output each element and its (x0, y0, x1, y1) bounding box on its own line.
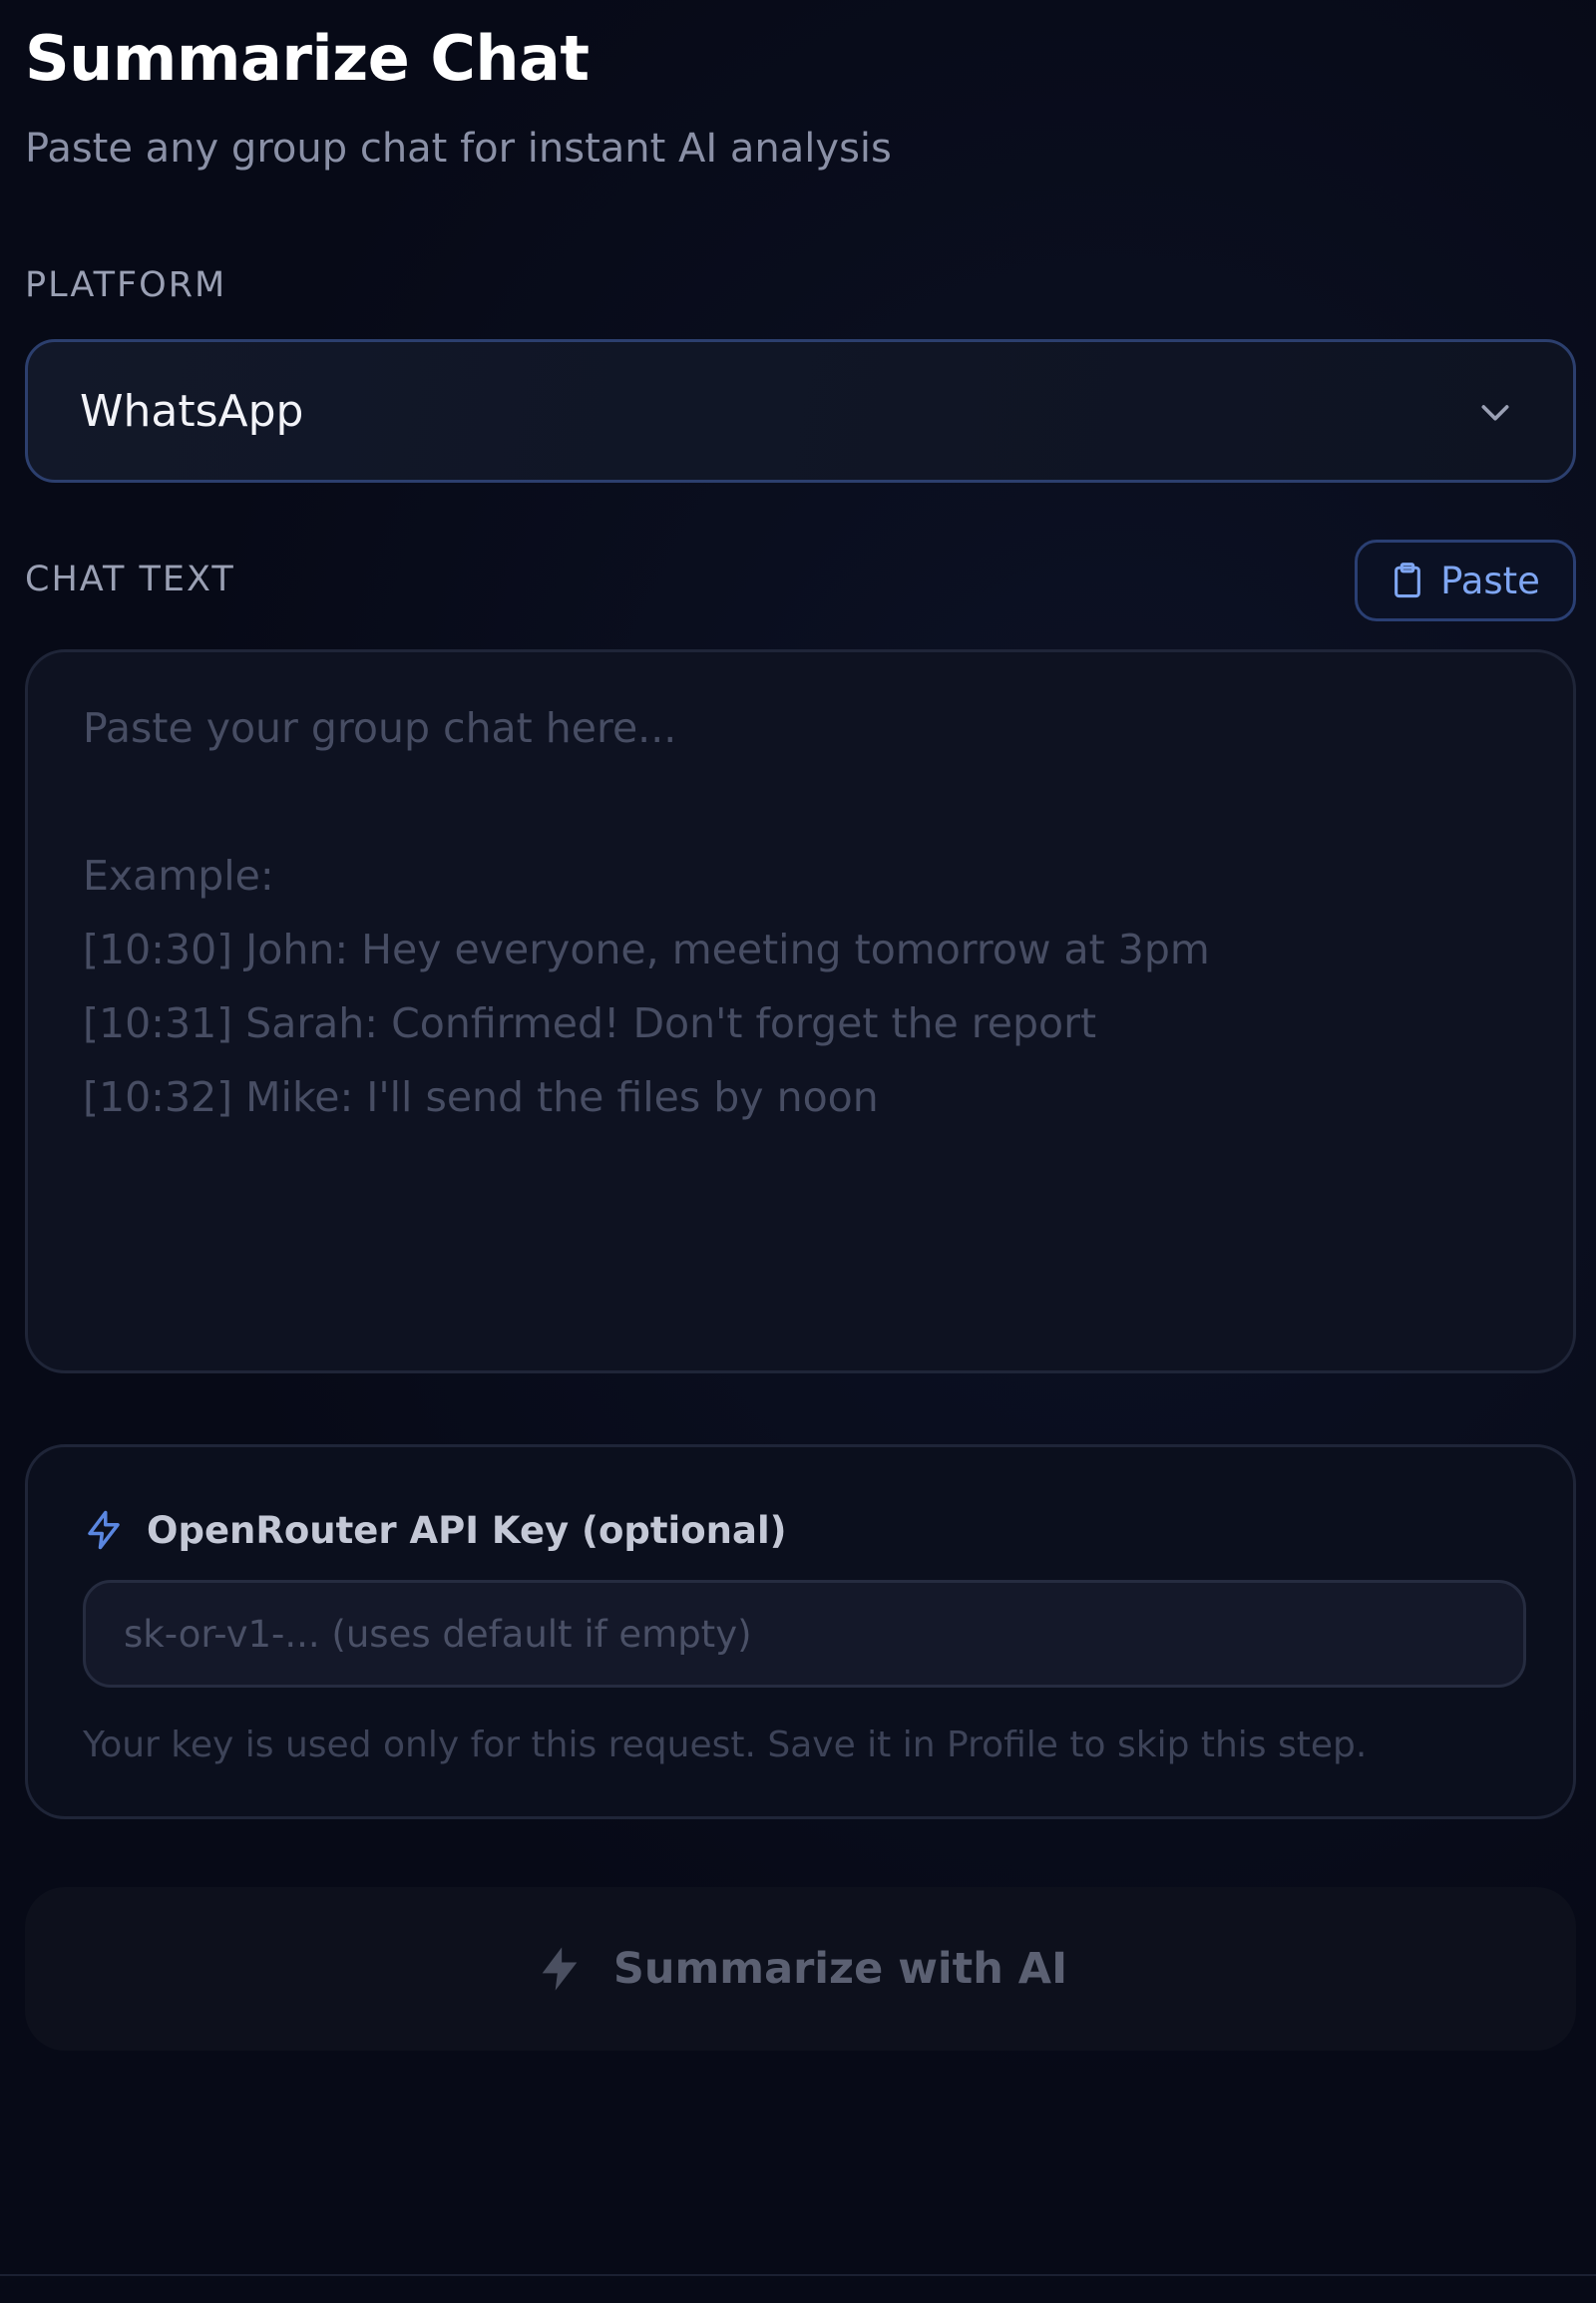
platform-select[interactable]: WhatsApp (25, 339, 1576, 483)
paste-button-label: Paste (1440, 559, 1540, 602)
chat-placeholder-line: [10:32] Mike: I'll send the files by noo… (83, 1073, 879, 1121)
platform-label: PLATFORM (25, 265, 227, 305)
lightning-icon (88, 1510, 120, 1550)
api-key-help-text: Your key is used only for this request. … (83, 1725, 1368, 1765)
chevron-down-icon (1481, 405, 1509, 421)
paste-button[interactable]: Paste (1355, 540, 1576, 621)
clipboard-icon (1395, 563, 1420, 598)
api-key-card: OpenRouter API Key (optional) Your key i… (25, 1444, 1576, 1819)
chat-text-label: CHAT TEXT (25, 560, 235, 599)
api-key-input[interactable] (83, 1580, 1526, 1688)
summarize-button[interactable]: Summarize with AI (25, 1887, 1576, 2051)
platform-selected-value: WhatsApp (80, 386, 304, 437)
chat-text-input[interactable]: Paste your group chat here... Example: [… (25, 649, 1576, 1373)
bottom-divider (0, 2274, 1596, 2276)
lightning-icon (542, 1947, 578, 1991)
page-title: Summarize Chat (25, 22, 590, 95)
api-key-heading-text: OpenRouter API Key (optional) (147, 1508, 787, 1552)
chat-placeholder-line: Example: (83, 852, 274, 900)
summarize-button-label: Summarize with AI (612, 1944, 1068, 1994)
api-key-heading: OpenRouter API Key (optional) (83, 1507, 787, 1553)
chat-placeholder-line: [10:30] John: Hey everyone, meeting tomo… (83, 926, 1210, 973)
page-subtitle: Paste any group chat for instant AI anal… (25, 126, 892, 172)
chat-placeholder-line: [10:31] Sarah: Confirmed! Don't forget t… (83, 999, 1097, 1047)
chat-placeholder-line: Paste your group chat here... (83, 704, 677, 752)
